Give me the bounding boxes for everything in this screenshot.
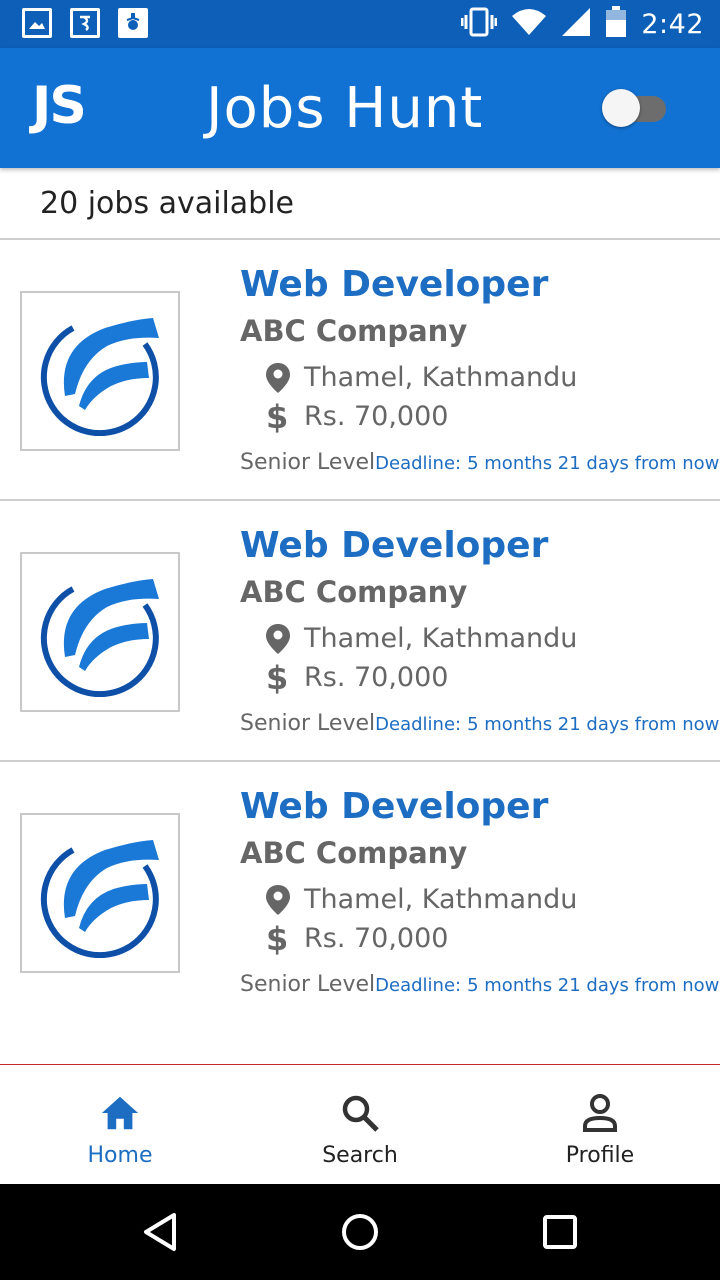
- deadline-value: 5 months 21 days from now: [467, 975, 720, 996]
- app-title: Jobs Hunt: [206, 76, 484, 141]
- company-logo: [20, 291, 180, 451]
- dollar-icon: $: [266, 398, 289, 436]
- search-icon: [340, 1093, 380, 1133]
- dollar-icon: $: [266, 920, 289, 958]
- company-logo: [20, 552, 180, 712]
- deadline-value: 5 months 21 days from now: [467, 714, 720, 735]
- app-bar: JS Jobs Hunt: [0, 48, 720, 168]
- location-pin-icon: [265, 884, 291, 916]
- job-meta: Senior LevelDeadline: 5 months 21 days fr…: [240, 450, 720, 475]
- location-pin-icon: [265, 362, 291, 394]
- toggle-thumb: [602, 89, 640, 127]
- job-location: Thamel, Kathmandu: [304, 362, 578, 393]
- job-meta: Senior LevelDeadline: 5 months 21 days fr…: [240, 972, 720, 997]
- image-icon: [22, 8, 52, 38]
- dollar-icon: $: [266, 659, 289, 697]
- nav-home[interactable]: Home: [0, 1065, 240, 1184]
- home-icon: [100, 1093, 140, 1133]
- job-salary: Rs. 70,000: [304, 401, 449, 432]
- clock: 2:42: [641, 8, 704, 40]
- app-icon: [118, 8, 148, 38]
- company-name: ABC Company: [240, 314, 468, 348]
- company-logo-icon: [40, 579, 159, 697]
- company-logo-icon: [40, 318, 159, 436]
- system-nav-bar: [0, 1184, 720, 1280]
- company-logo-icon: [40, 840, 159, 958]
- job-salary: Rs. 70,000: [304, 662, 449, 693]
- job-list: Web Developer ABC Company Thamel, Kathma…: [0, 240, 720, 1023]
- deadline-label: Deadline:: [375, 714, 462, 735]
- home-circle-icon[interactable]: [340, 1212, 380, 1252]
- app-logo: JS: [32, 76, 87, 136]
- location-pin-icon: [265, 623, 291, 655]
- notification-icons: [22, 8, 148, 38]
- nav-search-label: Search: [322, 1143, 398, 1168]
- job-meta: Senior LevelDeadline: 5 months 21 days fr…: [240, 711, 720, 736]
- theme-toggle[interactable]: [602, 89, 666, 127]
- jobs-count-row: 20 jobs available: [0, 168, 720, 240]
- job-card[interactable]: Web Developer ABC Company Thamel, Kathma…: [0, 240, 720, 501]
- job-location: Thamel, Kathmandu: [304, 623, 578, 654]
- e-app-icon: [70, 8, 100, 38]
- company-logo: [20, 813, 180, 973]
- bottom-nav: Home Search Profile: [0, 1064, 720, 1184]
- job-card[interactable]: Web Developer ABC Company Thamel, Kathma…: [0, 501, 720, 762]
- job-salary: Rs. 70,000: [304, 923, 449, 954]
- job-level: Senior Level: [240, 711, 376, 736]
- job-title[interactable]: Web Developer: [240, 786, 548, 827]
- deadline-label: Deadline:: [375, 453, 462, 474]
- nav-search[interactable]: Search: [240, 1065, 480, 1184]
- wifi-icon: [511, 8, 547, 40]
- job-title[interactable]: Web Developer: [240, 525, 548, 566]
- status-bar: 2:42: [0, 0, 720, 48]
- system-status-icons: 2:42: [460, 6, 704, 42]
- company-name: ABC Company: [240, 836, 468, 870]
- job-card[interactable]: Web Developer ABC Company Thamel, Kathma…: [0, 762, 720, 1023]
- signal-icon: [561, 7, 591, 41]
- deadline-label: Deadline:: [375, 975, 462, 996]
- battery-icon: [605, 6, 627, 42]
- job-title[interactable]: Web Developer: [240, 264, 548, 305]
- nav-profile-label: Profile: [565, 1143, 635, 1168]
- job-level: Senior Level: [240, 972, 376, 997]
- deadline-value: 5 months 21 days from now: [467, 453, 720, 474]
- job-location: Thamel, Kathmandu: [304, 884, 578, 915]
- recents-icon[interactable]: [542, 1214, 578, 1250]
- vibrate-icon: [460, 7, 498, 41]
- company-name: ABC Company: [240, 575, 468, 609]
- nav-home-label: Home: [87, 1143, 153, 1168]
- person-icon: [580, 1093, 620, 1133]
- nav-profile[interactable]: Profile: [480, 1065, 720, 1184]
- job-level: Senior Level: [240, 450, 376, 475]
- jobs-count: 20 jobs available: [40, 186, 295, 221]
- back-icon[interactable]: [140, 1212, 180, 1252]
